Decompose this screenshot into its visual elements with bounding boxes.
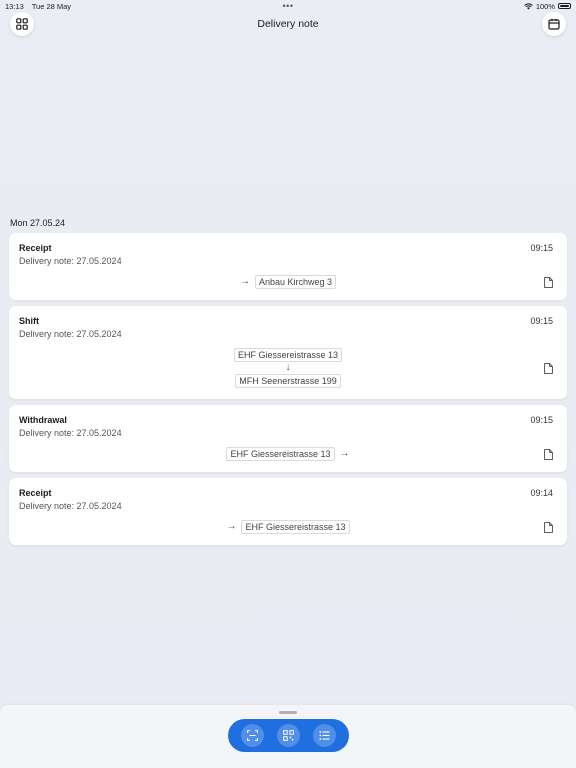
route: EHF Giessereistrasse 13 → [9,447,567,461]
list-button[interactable] [313,724,337,747]
page-title: Delivery note [257,18,319,30]
entry-note: Delivery note: 27.05.2024 [19,329,122,339]
entry-note: Delivery note: 27.05.2024 [19,256,122,266]
entry-time: 09:15 [530,415,553,425]
arrow-right-icon: → [339,448,350,459]
destination-location: EHF Giessereistrasse 13 [241,520,350,534]
document-icon[interactable] [544,363,553,374]
calendar-icon [548,18,560,30]
destination-location: MFH Seenerstrasse 199 [235,374,341,388]
source-location: EHF Giessereistrasse 13 [226,447,335,461]
delivery-entry-card[interactable]: Receipt 09:14 Delivery note: 27.05.2024 … [9,478,567,545]
scan-frame-icon [246,730,258,741]
document-icon[interactable] [544,277,553,288]
entry-time: 09:14 [530,488,553,498]
entry-time: 09:15 [530,243,553,253]
delivery-entry-card[interactable]: Shift 09:15 Delivery note: 27.05.2024 EH… [9,306,567,399]
route: → EHF Giessereistrasse 13 [9,520,567,534]
entry-note: Delivery note: 27.05.2024 [19,501,122,511]
list-icon [319,731,330,740]
wifi-icon [524,3,533,9]
arrow-right-icon: → [239,276,250,287]
route: → Anbau Kirchweg 3 [9,275,567,289]
status-left: 13:13 Tue 28 May [5,2,77,11]
arrow-down-icon: ↓ [285,362,291,373]
document-icon[interactable] [544,449,553,460]
section-date-header: Mon 27.05.24 [10,218,66,228]
qr-code-icon [283,730,294,741]
source-location: EHF Giessereistrasse 13 [233,348,343,362]
scan-button[interactable] [240,724,264,747]
arrow-right-icon: → [226,521,237,532]
entry-type: Receipt [19,243,52,253]
battery-icon [558,3,571,9]
document-icon[interactable] [544,522,553,533]
status-right: 100% [524,2,571,11]
entry-type: Withdrawal [19,415,67,425]
status-time: 13:13 [5,1,24,11]
status-bar: 13:13 Tue 28 May ••• 100% [0,0,576,12]
battery-percent: 100% [535,1,555,11]
entry-note: Delivery note: 27.05.2024 [19,428,122,438]
entry-type: Receipt [19,488,52,498]
calendar-button[interactable] [542,12,566,36]
destination-location: Anbau Kirchweg 3 [254,275,337,289]
entry-type: Shift [19,316,39,326]
delivery-entry-card[interactable]: Withdrawal 09:15 Delivery note: 27.05.20… [9,405,567,472]
delivery-entry-card[interactable]: Receipt 09:15 Delivery note: 27.05.2024 … [9,233,567,300]
status-date: Tue 28 May [31,1,72,11]
entry-time: 09:15 [530,316,553,326]
multitasking-dots[interactable]: ••• [283,1,294,11]
bottom-sheet [0,705,576,768]
action-toolbar [228,719,349,752]
qr-code-button[interactable] [276,724,300,747]
route: EHF Giessereistrasse 13 ↓ MFH Seenerstra… [9,348,567,388]
sheet-grabber[interactable] [279,711,297,714]
